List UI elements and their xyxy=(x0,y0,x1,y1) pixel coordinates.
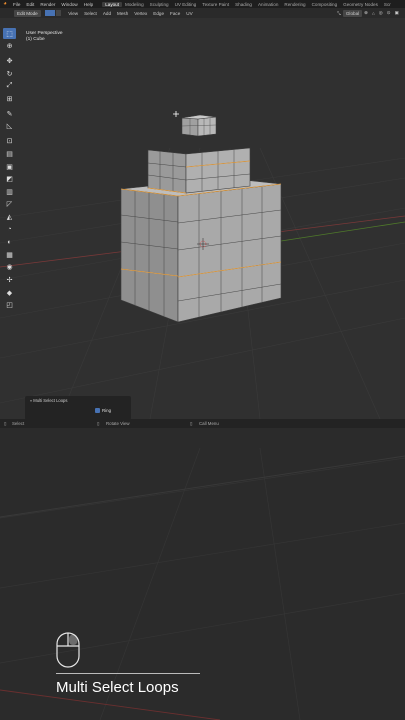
mouse-right-icon: ▯ xyxy=(190,421,193,426)
move-icon[interactable]: ✥ xyxy=(3,56,16,67)
status-rotate-view: Rotate View xyxy=(106,421,130,426)
transform-orientation-dropdown[interactable]: Global xyxy=(342,9,363,17)
extrude-icon[interactable]: ▤ xyxy=(3,149,16,160)
menu-select[interactable]: Select xyxy=(81,11,100,16)
status-call-menu: Call Menu xyxy=(199,421,219,426)
select-box-icon[interactable]: ⬚ xyxy=(3,28,16,39)
menu-render[interactable]: Render xyxy=(37,2,58,7)
mode-dropdown[interactable]: Edit Mode xyxy=(14,9,41,17)
ring-label: Ring xyxy=(102,407,112,413)
rip-icon[interactable]: ◆ xyxy=(3,287,16,298)
status-select: Select xyxy=(12,421,25,426)
menu-face[interactable]: Face xyxy=(167,11,183,16)
add-cube-icon[interactable]: ⊡ xyxy=(3,136,16,147)
tab-uv-editing[interactable]: UV Editing xyxy=(172,2,200,7)
tab-texture-paint[interactable]: Texture Paint xyxy=(199,2,232,7)
inset-icon[interactable]: ▣ xyxy=(3,161,16,172)
caption-divider xyxy=(56,673,200,674)
menu-help[interactable]: Help xyxy=(81,2,96,7)
knife-icon[interactable]: ◸ xyxy=(3,199,16,210)
transform-orientation-icon: ⤡ xyxy=(337,10,341,16)
overlay-icon[interactable]: ⊙ xyxy=(385,10,393,16)
tab-layout[interactable]: Layout xyxy=(102,1,122,7)
transform-icon[interactable]: ⊞ xyxy=(3,93,16,104)
shrink-fatten-icon[interactable]: ◉ xyxy=(3,262,16,273)
caption-text: Multi Select Loops xyxy=(56,679,179,696)
xray-icon[interactable]: ▣ xyxy=(393,10,401,16)
smooth-icon[interactable]: ◐ xyxy=(3,237,16,248)
tab-animation[interactable]: Animation xyxy=(255,2,281,7)
top-menubar: ◕ File Edit Render Window Help Layout Mo… xyxy=(0,0,405,8)
tab-sculpting[interactable]: Sculpting xyxy=(147,2,172,7)
blender-window: ◕ File Edit Render Window Help Layout Mo… xyxy=(0,0,405,428)
menu-edit[interactable]: Edit xyxy=(23,2,37,7)
caption-background-grid xyxy=(0,428,405,720)
tab-shading[interactable]: Shading xyxy=(232,2,255,7)
snap-icon[interactable]: ⌂ xyxy=(370,11,377,16)
menu-vertex[interactable]: Vertex xyxy=(131,11,150,16)
cursor-icon[interactable]: ⊕ xyxy=(3,41,16,52)
vertex-select-icon[interactable] xyxy=(44,10,50,16)
menu-view[interactable]: View xyxy=(65,11,81,16)
proportional-edit-icon[interactable]: ◎ xyxy=(377,10,385,16)
select-mode-buttons xyxy=(44,10,62,16)
poly-build-icon[interactable]: ◭ xyxy=(3,212,16,223)
tool-shelf: ⬚ ⊕ ✥ ↻ ⤢ ⊞ ✎ ◺ ⊡ ▤ ▣ ◩ ▥ ◸ ◭ ◔ ◐ ▦ ◉ ✢ … xyxy=(3,28,18,312)
operator-redo-panel[interactable]: ▿ Multi Select Loops Ring xyxy=(25,396,131,420)
menu-edge[interactable]: Edge xyxy=(150,11,167,16)
spin-icon[interactable]: ◔ xyxy=(3,224,16,235)
3d-viewport[interactable] xyxy=(0,18,405,419)
viewport-info: User Perspective (1) Cube xyxy=(26,31,63,43)
menu-mesh[interactable]: Mesh xyxy=(114,11,131,16)
tab-rendering[interactable]: Rendering xyxy=(281,2,308,7)
viewport-header: Edit Mode View Select Add Mesh Vertex Ed… xyxy=(0,8,405,18)
object-name: (1) Cube xyxy=(26,37,45,42)
edge-slide-icon[interactable]: ▦ xyxy=(3,249,16,260)
rotate-icon[interactable]: ↻ xyxy=(3,68,16,79)
status-bar: ▯ Select ▯ Rotate View ▯ Call Menu xyxy=(0,419,405,428)
menu-uv[interactable]: UV xyxy=(183,11,195,16)
header-right-controls: ⤡ Global ⊕ ⌂ ◎ ⊙ ▣ xyxy=(335,8,401,18)
rip-region-icon[interactable]: ◰ xyxy=(3,300,16,311)
operator-panel-title[interactable]: ▿ Multi Select Loops xyxy=(30,398,67,403)
operator-title-text: Multi Select Loops xyxy=(33,398,68,403)
tab-geometry-nodes[interactable]: Geometry Nodes xyxy=(340,2,381,7)
ring-checkbox[interactable] xyxy=(95,408,100,413)
mouse-middle-icon: ▯ xyxy=(97,421,100,426)
menu-file[interactable]: File xyxy=(10,2,23,7)
menu-window[interactable]: Window xyxy=(58,2,80,7)
menu-add[interactable]: Add xyxy=(100,11,114,16)
tab-modeling[interactable]: Modeling xyxy=(122,2,147,7)
annotate-icon[interactable]: ✎ xyxy=(3,108,16,119)
scale-icon[interactable]: ⤢ xyxy=(3,81,16,92)
tab-compositing[interactable]: Compositing xyxy=(309,2,341,7)
caption-area xyxy=(0,428,405,720)
tab-scripting[interactable]: Scr xyxy=(381,2,394,7)
bevel-icon[interactable]: ◩ xyxy=(3,174,16,185)
mouse-icon xyxy=(56,632,80,668)
face-select-icon[interactable] xyxy=(55,10,61,16)
blender-logo-icon[interactable]: ◕ xyxy=(0,0,10,8)
pivot-icon[interactable]: ⊕ xyxy=(362,10,370,16)
measure-icon[interactable]: ◺ xyxy=(3,121,16,132)
mouse-left-icon: ▯ xyxy=(4,421,7,426)
shear-icon[interactable]: ✢ xyxy=(3,275,16,286)
edge-select-icon[interactable] xyxy=(50,10,56,16)
loop-cut-icon[interactable]: ▥ xyxy=(3,186,16,197)
